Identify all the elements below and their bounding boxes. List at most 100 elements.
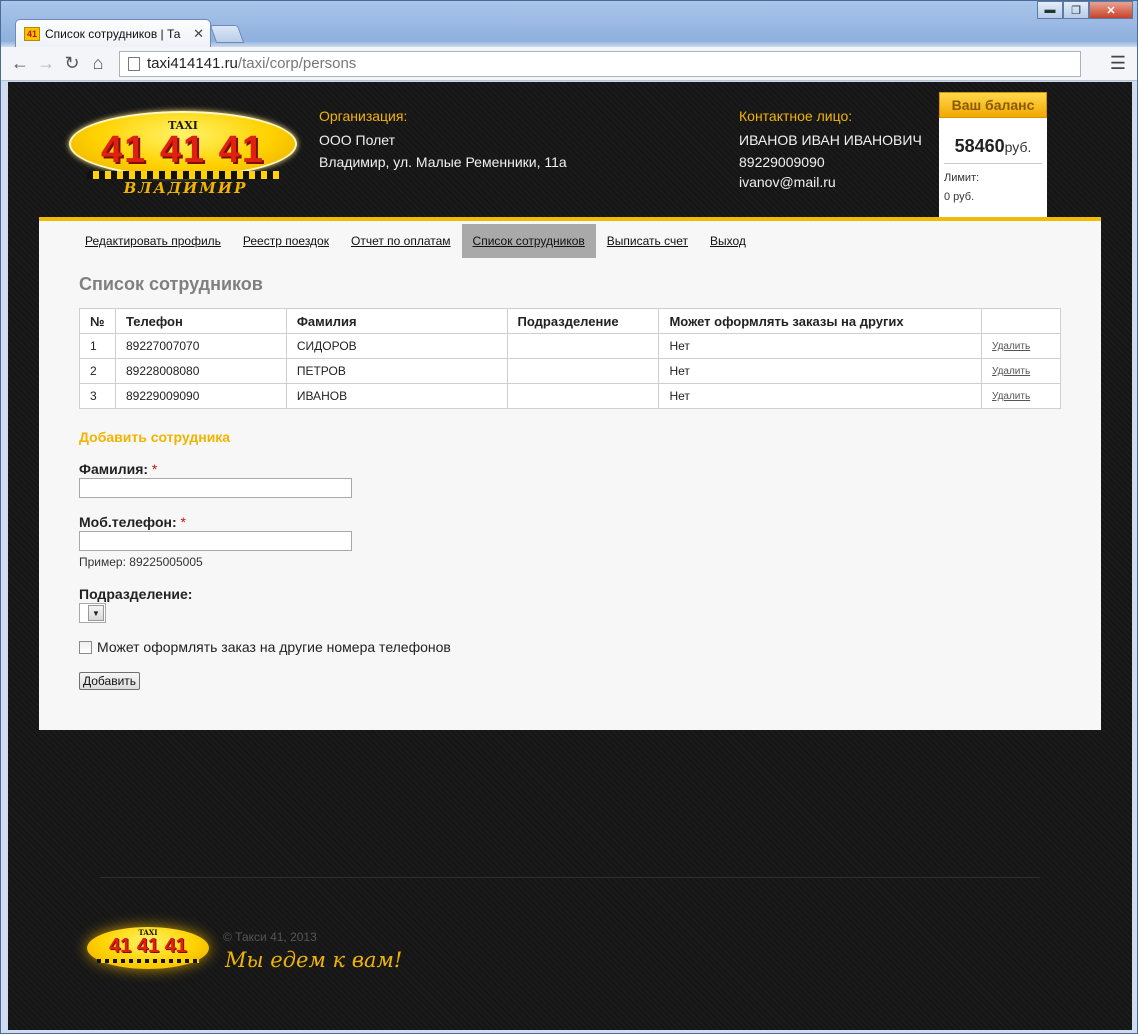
address-bar[interactable]: taxi414141.ru/taxi/corp/persons [119, 50, 1081, 77]
logo-plate: TAXI 41 41 41 [69, 111, 297, 179]
column-header-surname: Фамилия [285, 308, 508, 334]
url-host: taxi414141.ru [147, 55, 238, 72]
forward-arrow-icon[interactable]: → [33, 51, 59, 77]
cell-surname: ИВАНОВ [285, 383, 508, 409]
maximize-button[interactable]: ❐ [1063, 1, 1089, 19]
menu-item-logout[interactable]: Выход [699, 224, 757, 258]
footer-divider [100, 877, 1040, 878]
window-controls: ▬ ❐ ✕ [1037, 1, 1133, 19]
table-header-row: № Телефон Фамилия Подразделение Может оф… [79, 308, 1061, 334]
phone-label-text: Моб.телефон: [79, 514, 177, 530]
org-label: Организация: [319, 108, 408, 124]
delete-link[interactable]: Удалить [992, 341, 1030, 352]
limit-value: 0 руб. [944, 191, 975, 203]
copyright: © Такси 41, 2013 [223, 930, 317, 944]
department-label: Подразделение: [79, 586, 193, 602]
tab-close-icon[interactable]: ✕ [193, 26, 204, 42]
table-row: 3 89229009090 ИВАНОВ Нет Удалить [79, 383, 1061, 409]
can-order-checkbox-row[interactable]: Может оформлять заказ на другие номера т… [79, 639, 451, 655]
site-logo[interactable]: TAXI 41 41 41 ВЛАДИМИР [67, 101, 304, 203]
org-name: ООО Полет [319, 132, 396, 148]
column-header-department: Подразделение [506, 308, 660, 334]
balance-currency: руб. [1004, 139, 1032, 155]
browser-toolbar: ← → ↻ ⌂ taxi414141.ru/taxi/corp/persons … [1, 47, 1137, 81]
balance-widget: Ваш баланс 58460руб. Лимит: 0 руб. [939, 92, 1047, 218]
cell-number: 3 [79, 383, 116, 409]
chevron-down-icon: ▼ [88, 605, 104, 621]
tab-title: Список сотрудников | Та [45, 26, 181, 41]
tab-strip: 41 Список сотрудников | Та ✕ ▬ ❐ ✕ [1, 1, 1137, 47]
required-mark: * [151, 461, 158, 477]
required-mark: * [180, 514, 186, 530]
browser-tab[interactable]: 41 Список сотрудников | Та ✕ [15, 19, 211, 47]
cell-actions: Удалить [981, 358, 1061, 384]
contact-name: ИВАНОВ ИВАН ИВАНОВИЧ [739, 132, 922, 148]
browser-window: 41 Список сотрудников | Та ✕ ▬ ❐ ✕ ← → ↻… [0, 0, 1138, 1034]
phone-hint: Пример: 89225005005 [79, 555, 203, 569]
cell-department [506, 383, 660, 409]
table-row: 2 89228008080 ПЕТРОВ Нет Удалить [79, 358, 1061, 384]
column-header-number: № [79, 308, 116, 334]
phone-input[interactable] [79, 531, 352, 551]
page-title: Список сотрудников [79, 274, 263, 294]
cell-department [506, 358, 660, 384]
cell-actions: Удалить [981, 333, 1061, 359]
cell-surname: СИДОРОВ [285, 333, 508, 359]
balance-divider [944, 163, 1042, 164]
cell-surname: ПЕТРОВ [285, 358, 508, 384]
back-arrow-icon[interactable]: ← [7, 51, 33, 77]
delete-link[interactable]: Удалить [992, 391, 1030, 402]
cell-actions: Удалить [981, 383, 1061, 409]
surname-input[interactable] [79, 478, 352, 498]
department-select[interactable]: ▼ [79, 603, 106, 623]
cell-number: 2 [79, 358, 116, 384]
menu-item-staff-list[interactable]: Список сотрудников [461, 224, 596, 258]
logo-city: ВЛАДИМИР [123, 179, 248, 197]
phone-label: Моб.телефон: * [79, 514, 186, 530]
profile-menu: Редактировать профиль Реестр поездок Отч… [74, 224, 757, 258]
content-panel: Редактировать профиль Реестр поездок Отч… [39, 221, 1101, 730]
taxi-favicon-icon: 41 [24, 26, 40, 41]
home-icon[interactable]: ⌂ [85, 51, 111, 77]
column-header-actions [981, 308, 1061, 334]
close-window-button[interactable]: ✕ [1089, 1, 1133, 19]
menu-item-edit-profile[interactable]: Редактировать профиль [74, 224, 232, 258]
staff-table: № Телефон Фамилия Подразделение Может оф… [79, 308, 1061, 409]
logo-number: 41 41 41 [101, 129, 265, 171]
column-header-can-order: Может оформлять заказы на других [658, 308, 982, 334]
delete-link[interactable]: Удалить [992, 366, 1030, 377]
web-page: TAXI 41 41 41 ВЛАДИМИР Организация: ООО … [8, 82, 1132, 1030]
cell-can-order: Нет [658, 333, 982, 359]
menu-item-issue-invoice[interactable]: Выписать счет [596, 224, 699, 258]
cell-department [506, 333, 660, 359]
balance-amount-row: 58460руб. [939, 136, 1047, 157]
cell-can-order: Нет [658, 383, 982, 409]
reload-icon[interactable]: ↻ [59, 51, 85, 77]
new-tab-button[interactable] [209, 25, 245, 43]
surname-label-text: Фамилия: [79, 461, 149, 477]
hamburger-menu-icon[interactable]: ☰ [1105, 53, 1131, 74]
add-button[interactable]: Добавить [79, 672, 141, 690]
column-header-phone: Телефон [114, 308, 287, 334]
can-order-checkbox[interactable] [79, 640, 92, 654]
can-order-checkbox-label: Может оформлять заказ на другие номера т… [97, 639, 451, 655]
contact-label: Контактное лицо: [739, 108, 853, 124]
add-employee-title: Добавить сотрудника [79, 429, 231, 445]
table-row: 1 89227007070 СИДОРОВ Нет Удалить [79, 333, 1061, 359]
footer-logo-number: 41 41 41 [109, 935, 187, 957]
minimize-button[interactable]: ▬ [1037, 1, 1063, 19]
cell-can-order: Нет [658, 358, 982, 384]
cell-number: 1 [79, 333, 116, 359]
cell-phone: 89228008080 [114, 358, 287, 384]
limit-label: Лимит: [944, 172, 980, 184]
org-address: Владимир, ул. Малые Ременники, 11а [319, 154, 567, 170]
menu-item-payments-report[interactable]: Отчет по оплатам [340, 224, 462, 258]
balance-title: Ваш баланс [939, 92, 1047, 118]
contact-email: ivanov@mail.ru [739, 174, 836, 190]
cell-phone: 89227007070 [114, 333, 287, 359]
cell-phone: 89229009090 [114, 383, 287, 409]
menu-item-trips-registry[interactable]: Реестр поездок [232, 224, 340, 258]
logo-checker-icon [87, 171, 279, 179]
surname-label: Фамилия: * [79, 461, 157, 477]
footer-logo[interactable]: TAXI 41 41 41 [87, 927, 209, 969]
